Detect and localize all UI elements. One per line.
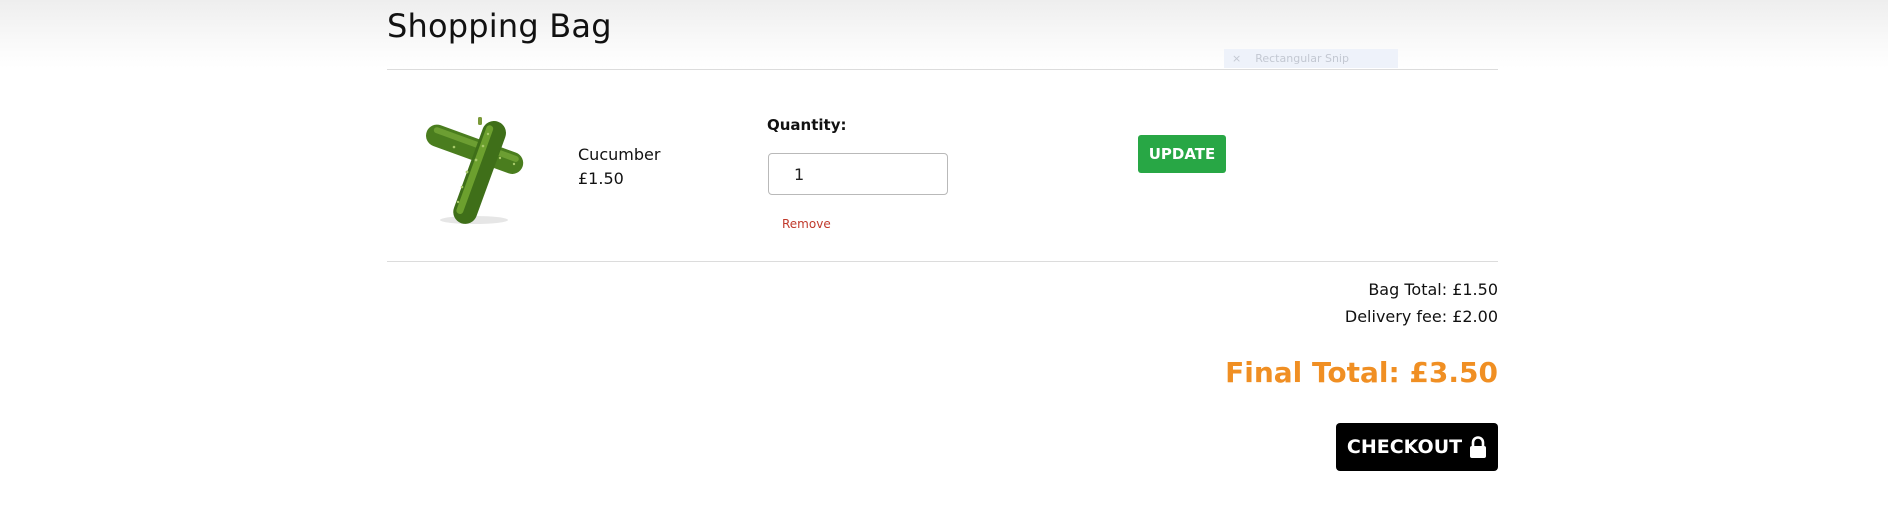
bag-total: Bag Total: £1.50 — [1368, 280, 1498, 299]
close-icon[interactable]: × — [1232, 52, 1241, 65]
lock-icon — [1469, 436, 1487, 458]
checkout-button[interactable]: CHECKOUT — [1336, 423, 1498, 471]
quantity-label: Quantity: — [767, 116, 847, 134]
quantity-input[interactable] — [768, 153, 948, 195]
final-total: Final Total: £3.50 — [1225, 356, 1498, 389]
top-fade-background — [0, 0, 1888, 68]
divider-bottom — [387, 261, 1498, 262]
item-name: Cucumber — [578, 145, 661, 164]
snip-overlay[interactable]: × Rectangular Snip — [1224, 49, 1398, 68]
divider-top — [387, 69, 1498, 70]
item-price: £1.50 — [578, 169, 624, 188]
update-button[interactable]: UPDATE — [1138, 135, 1226, 173]
delivery-fee: Delivery fee: £2.00 — [1344, 307, 1498, 326]
snip-overlay-label: Rectangular Snip — [1255, 52, 1349, 65]
page-title: Shopping Bag — [387, 7, 612, 45]
remove-link[interactable]: Remove — [782, 217, 831, 231]
checkout-label: CHECKOUT — [1346, 436, 1463, 458]
cucumber-image — [418, 112, 536, 228]
